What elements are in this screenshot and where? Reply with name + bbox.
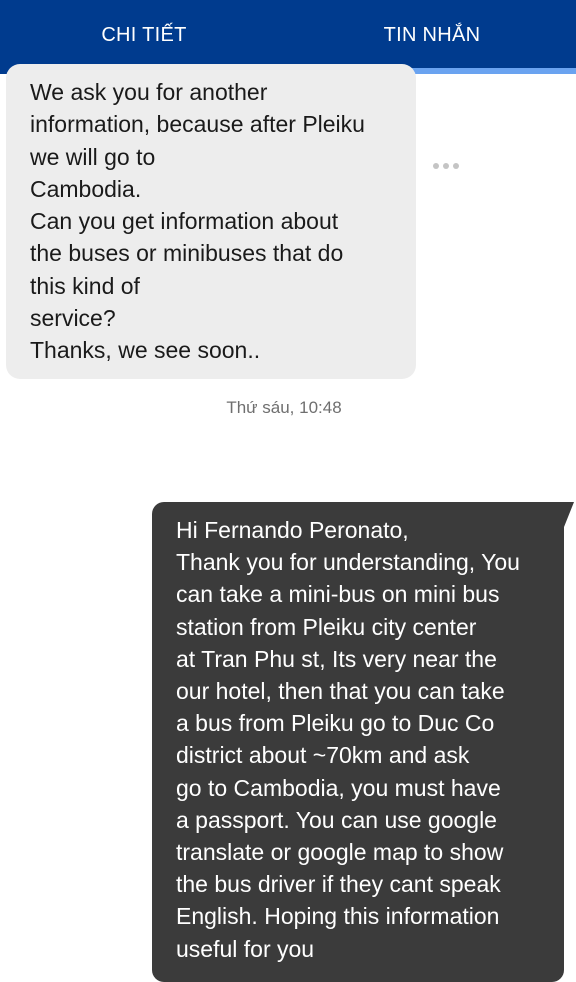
message-line: go to Cambodia, you must have: [176, 774, 501, 801]
message-line: the buses or minibuses that do: [30, 240, 344, 267]
message-line: English. Hoping this information: [176, 903, 500, 930]
received-message-bubble[interactable]: We ask you for another information, beca…: [6, 64, 416, 379]
message-line: at Tran Phu st, Its very near the: [176, 645, 497, 672]
app-header: CHI TIẾT TIN NHẮN: [0, 0, 576, 74]
sent-message-bubble[interactable]: Hi Fernando Peronato, Thank you for unde…: [152, 502, 564, 982]
message-line: can take a mini-bus on mini bus: [176, 581, 500, 608]
message-line: useful for you: [176, 935, 315, 962]
message-line: Thank you for understanding, You: [176, 549, 520, 576]
message-line: Hi Fernando Peronato,: [176, 517, 409, 543]
tab-messages[interactable]: TIN NHẮN: [288, 0, 576, 74]
message-line: our hotel, then that you can take: [176, 678, 505, 705]
message-line: information, because after Pleiku: [30, 111, 365, 138]
tab-messages-label: TIN NHẮN: [383, 23, 481, 46]
message-line: a bus from Pleiku go to Duc Co: [176, 710, 495, 737]
message-line: We ask you for another: [30, 79, 268, 105]
message-line: service?: [30, 305, 116, 332]
message-line: translate or google map to show: [176, 839, 504, 866]
message-timestamp: Thứ sáu, 10:48: [226, 398, 342, 417]
dot: [433, 163, 439, 169]
sent-bubble-tail: [562, 502, 574, 532]
message-line: district about ~70km and ask: [176, 742, 470, 769]
message-line: the bus driver if they cant speak: [176, 871, 501, 898]
dot: [443, 163, 449, 169]
message-line: this kind of: [30, 272, 140, 299]
dot: [453, 163, 459, 169]
message-line: Thanks, we see soon..: [30, 337, 261, 364]
message-line: Cambodia.: [30, 175, 142, 202]
more-options-icon[interactable]: [430, 156, 462, 176]
conversation-area[interactable]: We ask you for another information, beca…: [0, 64, 576, 982]
message-line: we will go to: [30, 143, 156, 170]
message-line: Can you get information about: [30, 208, 339, 235]
tab-details-label: CHI TIẾT: [101, 23, 187, 46]
tab-details[interactable]: CHI TIẾT: [0, 0, 288, 74]
message-line: a passport. You can use google: [176, 806, 497, 833]
message-line: station from Pleiku city center: [176, 613, 477, 640]
